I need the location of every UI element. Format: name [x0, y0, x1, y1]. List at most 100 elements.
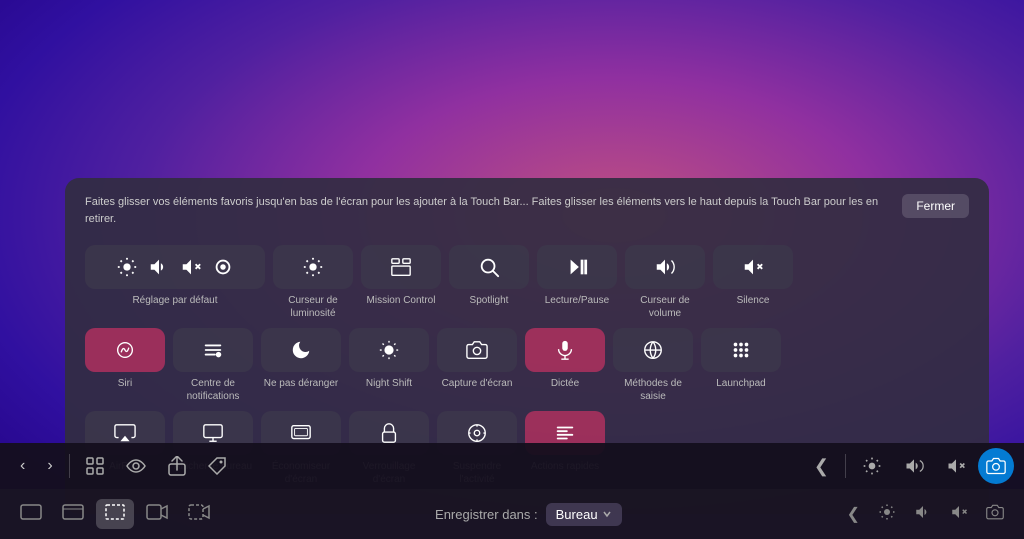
silence-label: Silence — [713, 294, 793, 307]
brightness-icon — [302, 256, 324, 278]
item-curseur-vol[interactable]: Curseur de volume — [625, 245, 705, 320]
item-ne-pas-deranger[interactable]: Ne pas déranger — [261, 328, 341, 403]
launchpad-label: Launchpad — [701, 377, 781, 390]
centre-notif-icon-box — [173, 328, 253, 372]
tb-grid-button[interactable] — [76, 451, 114, 481]
siri-icon — [114, 339, 136, 361]
play-pause-icon — [566, 256, 588, 278]
spotlight-label: Spotlight — [449, 294, 529, 307]
bb-fullscreen-button[interactable] — [12, 499, 50, 529]
record-dest[interactable]: Bureau — [546, 503, 622, 526]
close-button[interactable]: Fermer — [902, 194, 969, 218]
tb-grid-icon — [86, 457, 104, 475]
tb-divider-2 — [845, 454, 846, 478]
tb-volume-button[interactable] — [894, 450, 934, 482]
bb-window-button[interactable] — [54, 499, 92, 529]
lecture-pause-icon-box — [537, 245, 617, 289]
info-bar: Faites glisser vos éléments favoris jusq… — [85, 194, 969, 227]
camera-mini-icon — [212, 256, 234, 278]
curseur-vol-icon-box — [625, 245, 705, 289]
notifications-icon — [202, 339, 224, 361]
bb-brightness-button[interactable] — [870, 498, 904, 530]
airplay-icon — [114, 422, 136, 444]
siri-label: Siri — [85, 377, 165, 390]
screen-saver-icon — [290, 422, 312, 444]
curseur-lum-label: Curseur de luminosité — [273, 294, 353, 320]
globe-icon — [642, 339, 664, 361]
bb-camera-icon — [986, 503, 1004, 521]
bb-partial-video-icon — [188, 504, 210, 520]
item-spotlight[interactable]: Spotlight — [449, 245, 529, 320]
item-reglage[interactable]: Réglage par défaut — [85, 245, 265, 320]
methodes-label: Méthodes de saisie — [613, 377, 693, 403]
night-shift-icon — [378, 339, 400, 361]
item-mission-control[interactable]: Mission Control — [361, 245, 441, 320]
item-launchpad[interactable]: Launchpad — [701, 328, 781, 403]
row-2: Siri Centre de notifications Ne pas d — [85, 328, 969, 403]
bb-window-icon — [62, 504, 84, 520]
siri-icon-box — [85, 328, 165, 372]
launchpad-icon-box — [701, 328, 781, 372]
dictee-icon-box — [525, 328, 605, 372]
centre-notif-label: Centre de notifications — [173, 377, 253, 403]
tb-share-icon — [168, 456, 186, 476]
item-night-shift[interactable]: Night Shift — [349, 328, 429, 403]
item-lecture-pause[interactable]: Lecture/Pause — [537, 245, 617, 320]
item-silence[interactable]: Silence — [713, 245, 793, 320]
tb-tag-button[interactable] — [198, 451, 236, 481]
item-capture[interactable]: Capture d'écran — [437, 328, 517, 403]
moon-icon — [290, 339, 312, 361]
tb-brightness-button[interactable] — [852, 450, 892, 482]
item-methodes[interactable]: Méthodes de saisie — [613, 328, 693, 403]
mute-mini-icon — [180, 256, 202, 278]
bb-right-controls: ❮ — [839, 498, 1012, 530]
volume-mini-icon — [148, 256, 170, 278]
bb-video-button[interactable] — [138, 499, 176, 529]
tb-back-button[interactable]: ‹ — [10, 451, 35, 481]
volume-icon — [654, 256, 676, 278]
item-dictee[interactable]: Dictée — [525, 328, 605, 403]
mission-control-icon — [390, 256, 412, 278]
tb-mute-icon — [946, 456, 966, 476]
bb-mute-icon — [950, 503, 968, 521]
bb-selection-icon — [104, 504, 126, 520]
tb-mute-button[interactable] — [936, 450, 976, 482]
item-siri[interactable]: Siri — [85, 328, 165, 403]
dictee-label: Dictée — [525, 377, 605, 390]
night-shift-label: Night Shift — [349, 377, 429, 390]
tb-eye-icon — [126, 459, 146, 473]
tb-tag-icon — [208, 457, 226, 475]
bb-camera-button[interactable] — [978, 498, 1012, 530]
tb-brightness-icon — [862, 456, 882, 476]
bb-chevron-button[interactable]: ❮ — [839, 499, 868, 529]
brightness-mini-icon — [116, 256, 138, 278]
tb-forward-button[interactable]: › — [37, 451, 62, 481]
bb-volume-button[interactable] — [906, 498, 940, 530]
bb-mute-button[interactable] — [942, 498, 976, 530]
mic-icon — [554, 339, 576, 361]
info-text: Faites glisser vos éléments favoris jusq… — [85, 194, 902, 227]
bb-selection-button[interactable] — [96, 499, 134, 529]
tb-camera-active-button[interactable] — [978, 448, 1014, 484]
row-1: Réglage par défaut Curseur de luminosité… — [85, 245, 969, 320]
tb-divider-1 — [69, 454, 70, 478]
tb-share-button[interactable] — [158, 450, 196, 482]
ne-pas-deranger-label: Ne pas déranger — [261, 377, 341, 390]
lock-screen-icon — [378, 422, 400, 444]
tb-chevron-button[interactable]: ❮ — [804, 450, 839, 483]
record-section: Enregistrer dans : Bureau — [222, 503, 835, 526]
camera-icon — [466, 339, 488, 361]
mute-icon — [742, 256, 764, 278]
bb-fullscreen-icon — [20, 504, 42, 520]
mission-control-icon-box — [361, 245, 441, 289]
mission-control-label: Mission Control — [361, 294, 441, 307]
bb-partial-video-button[interactable] — [180, 499, 218, 529]
tb-eye-button[interactable] — [116, 453, 156, 479]
bb-volume-icon — [914, 503, 932, 521]
lecture-pause-label: Lecture/Pause — [537, 294, 617, 307]
record-dest-text: Bureau — [556, 507, 598, 522]
item-centre-notif[interactable]: Centre de notifications — [173, 328, 253, 403]
item-curseur-lum[interactable]: Curseur de luminosité — [273, 245, 353, 320]
record-label: Enregistrer dans : — [435, 507, 538, 522]
ne-pas-deranger-icon-box — [261, 328, 341, 372]
